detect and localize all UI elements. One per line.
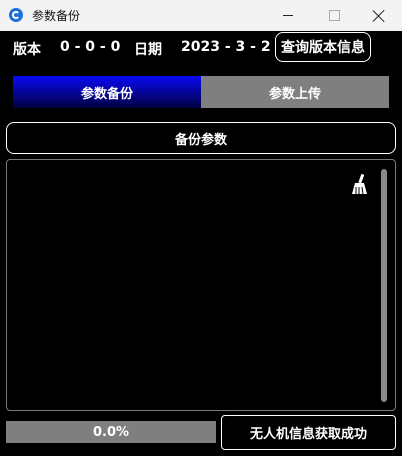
date-value: 2023 - 3 - 2	[181, 39, 271, 55]
log-scrollbar[interactable]	[381, 169, 387, 402]
date-label: 日期	[134, 42, 162, 58]
log-panel[interactable]	[6, 159, 396, 411]
backup-params-button[interactable]: 备份参数	[6, 122, 396, 154]
window-title: 参数备份	[32, 9, 81, 23]
status-button[interactable]: 无人机信息获取成功	[221, 415, 396, 450]
close-button[interactable]	[356, 0, 402, 31]
minimize-icon	[283, 15, 293, 16]
minimize-button[interactable]	[265, 0, 311, 31]
close-icon	[373, 10, 385, 22]
query-version-button[interactable]: 查询版本信息	[275, 32, 371, 62]
tab-param-upload[interactable]: 参数上传	[201, 76, 389, 108]
version-label: 版本	[13, 42, 41, 58]
progress-text: 0.0%	[92, 424, 130, 440]
broom-icon[interactable]	[350, 174, 368, 196]
maximize-icon	[328, 10, 340, 21]
app-icon	[9, 8, 23, 22]
title-bar: 参数备份	[0, 0, 402, 31]
version-value: 0 - 0 - 0	[60, 39, 121, 55]
tab-param-backup[interactable]: 参数备份	[13, 76, 201, 108]
maximize-button[interactable]	[311, 0, 357, 31]
progress-bar: 0.0%	[6, 421, 216, 443]
